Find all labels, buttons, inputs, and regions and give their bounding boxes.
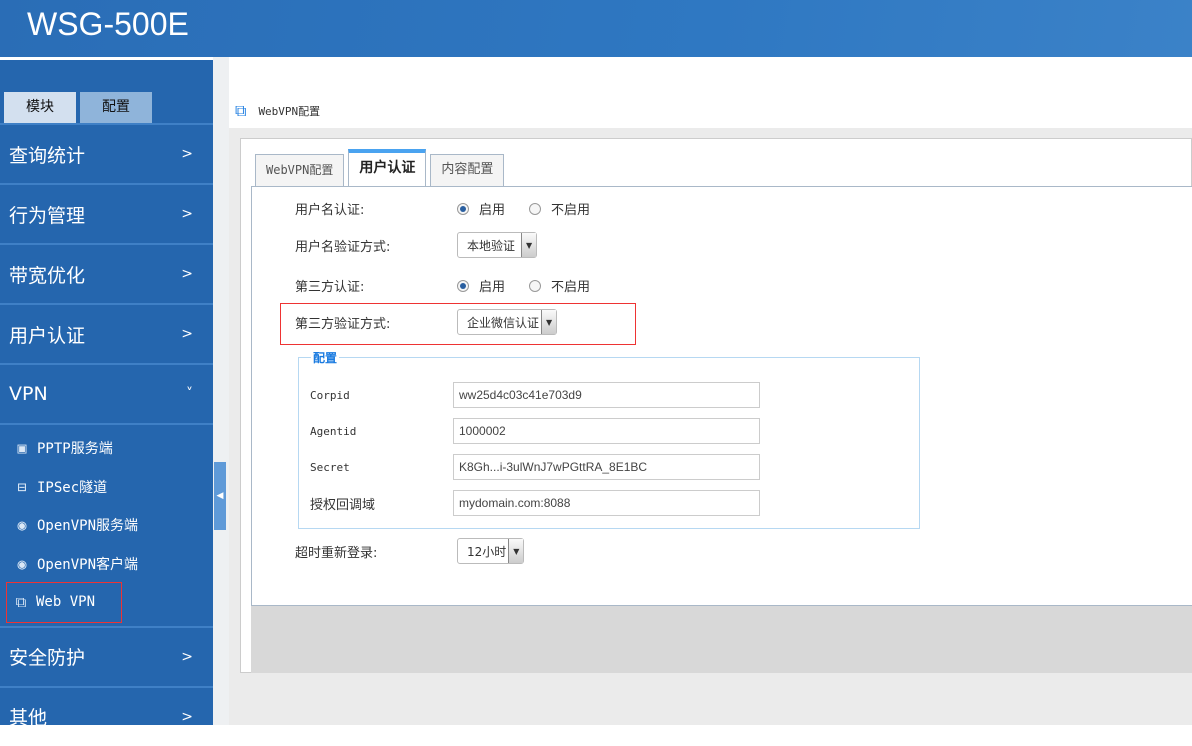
menu-vpn[interactable]: VPN ˅ — [0, 363, 213, 423]
corpid-input[interactable]: ww25d4c03c41e703d9 — [453, 382, 760, 408]
chevron-right-icon: > — [181, 708, 193, 725]
menu-label: VPN — [9, 383, 48, 405]
openvpn-icon: ◉ — [17, 554, 27, 573]
config-fieldset: 配置 Corpid ww25d4c03c41e703d9 Agentid 10000… — [298, 349, 920, 529]
field-label: 用户名认证: — [295, 203, 365, 218]
dropdown-arrow-icon: ▼ — [521, 233, 537, 257]
product-title: WSG-500E — [27, 6, 189, 42]
submenu-openvpn-client[interactable]: ◉ OpenVPN客户端 — [0, 545, 213, 584]
caret-left-icon: ◀ — [216, 491, 224, 501]
radio-label: 不启用 — [551, 203, 591, 218]
agentid-input[interactable]: 1000002 — [453, 418, 760, 444]
network-icon: ⧉ — [235, 101, 247, 120]
menu-label: 查询统计 — [9, 144, 86, 167]
tab-config[interactable]: 配置 — [80, 92, 152, 123]
relogin-select[interactable]: 12小时 ▼ — [457, 538, 525, 564]
sidebar: 模块 配置 查询统计 > 行为管理 > 带宽优化 > 用户认证 > VPN ˅ ▣ PPTP… — [0, 57, 213, 729]
vpn-submenu: ▣ PPTP服务端 ⊟ IPSec隧道 ◉ OpenVPN服务端 ◉ OpenVPN客户… — [0, 423, 213, 626]
menu-bandwidth[interactable]: 带宽优化 > — [0, 243, 213, 303]
radio-third-disable[interactable]: 不启用 — [529, 276, 590, 295]
select-value: 本地验证 — [467, 238, 516, 253]
chevron-down-icon: ˅ — [186, 386, 193, 402]
submenu-pptp[interactable]: ▣ PPTP服务端 — [0, 429, 213, 468]
radio-label: 启用 — [479, 203, 506, 218]
radio-third-enable[interactable]: 启用 — [457, 276, 505, 295]
submenu-label: PPTP服务端 — [37, 441, 113, 458]
menu-query-stats[interactable]: 查询统计 > — [0, 123, 213, 183]
main-area: ⧉ WebVPN配置 WebVPN配置 用户认证 内容配置 用户名认证: 启用 不… — [229, 57, 1192, 725]
breadcrumb-text: WebVPN配置 — [258, 105, 321, 118]
field-label: 超时重新登录: — [295, 545, 378, 561]
tab-content-config[interactable]: 内容配置 — [430, 154, 505, 186]
chevron-right-icon: > — [181, 206, 193, 222]
corpid-label: Corpid — [310, 388, 350, 402]
third-method-select[interactable]: 企业微信认证 ▼ — [457, 309, 558, 335]
sidebar-gutter — [213, 57, 229, 725]
menu-behavior[interactable]: 行为管理 > — [0, 183, 213, 243]
submenu-openvpn-server[interactable]: ◉ OpenVPN服务端 — [0, 506, 213, 545]
menu-label: 带宽优化 — [9, 264, 86, 287]
panel-footer — [251, 606, 1192, 673]
menu-user-auth[interactable]: 用户认证 > — [0, 303, 213, 363]
chevron-right-icon: > — [181, 326, 193, 342]
chevron-right-icon: > — [181, 266, 193, 282]
radio-username-enable[interactable]: 启用 — [457, 199, 505, 218]
menu-label: 安全防护 — [9, 647, 86, 669]
tab-user-auth[interactable]: 用户认证 — [348, 149, 427, 186]
callback-domain-label: 授权回调域 — [310, 497, 376, 513]
chevron-right-icon: > — [181, 146, 193, 162]
select-value: 企业微信认证 — [467, 315, 540, 330]
menu-label: 用户认证 — [9, 324, 86, 347]
radio-username-disable[interactable]: 不启用 — [529, 199, 590, 218]
menu-label: 行为管理 — [9, 204, 86, 227]
tab-webvpn-config[interactable]: WebVPN配置 — [255, 154, 345, 186]
username-method-select[interactable]: 本地验证 ▼ — [457, 232, 538, 258]
field-label: 用户名验证方式: — [295, 239, 391, 255]
dropdown-arrow-icon: ▼ — [541, 310, 557, 334]
select-value: 12小时 — [467, 544, 507, 559]
fieldset-legend: 配置 — [311, 349, 340, 366]
menu-label: 其他 — [9, 707, 48, 729]
field-label: 第三方验证方式: — [295, 316, 391, 332]
submenu-web-vpn[interactable]: ⧉ Web VPN — [6, 582, 122, 623]
dropdown-arrow-icon: ▼ — [508, 539, 524, 563]
tab-content: 用户名认证: 启用 不启用 用户名验证方式: 本地验证 ▼ 第三方认证: 启用 不… — [251, 186, 1192, 606]
openvpn-icon: ◉ — [17, 516, 27, 535]
train-icon: ⊟ — [17, 477, 27, 496]
agentid-label: Agentid — [310, 424, 357, 438]
submenu-label: OpenVPN服务端 — [37, 518, 139, 535]
secret-input[interactable]: K8Gh...i-3ulWnJ7wPGttRA_8E1BC — [453, 454, 760, 480]
config-panel: WebVPN配置 用户认证 内容配置 用户名认证: 启用 不启用 用户名验证方式… — [240, 138, 1192, 673]
menu-other[interactable]: 其他 > — [0, 685, 213, 746]
menu-security[interactable]: 安全防护 > — [0, 625, 213, 686]
breadcrumb: ⧉ WebVPN配置 — [235, 101, 320, 121]
chevron-right-icon: > — [181, 648, 193, 665]
submenu-ipsec[interactable]: ⊟ IPSec隧道 — [0, 468, 213, 507]
submenu-label: Web VPN — [36, 594, 96, 611]
radio-label: 不启用 — [551, 280, 591, 295]
network-icon: ⧉ — [15, 593, 27, 612]
radio-label: 启用 — [479, 280, 506, 295]
submenu-label: IPSec隧道 — [37, 479, 108, 496]
secret-label: Secret — [310, 460, 350, 474]
header: WSG-500E — [0, 0, 1192, 57]
server-icon: ▣ — [17, 439, 27, 458]
submenu-label: OpenVPN客户端 — [37, 556, 139, 573]
tab-modules[interactable]: 模块 — [4, 92, 76, 123]
field-label: 第三方认证: — [295, 280, 365, 295]
callback-domain-input[interactable]: mydomain.com:8088 — [453, 490, 760, 516]
collapse-sidebar-handle[interactable]: ◀ — [214, 462, 226, 530]
